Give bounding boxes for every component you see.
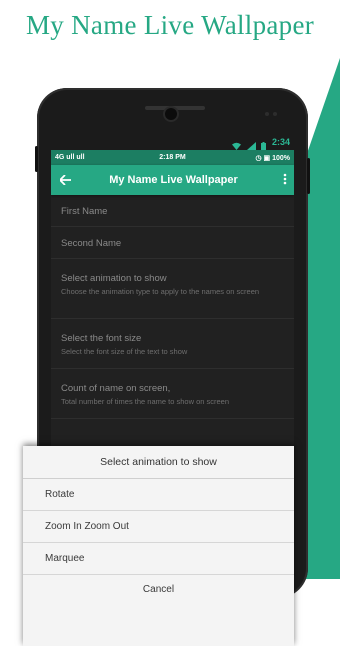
pref-second-name[interactable]: Second Name [51,227,294,259]
pref-summary: Select the font size of the text to show [61,347,188,356]
more-vert-icon[interactable] [276,173,294,188]
dialog-option-marquee[interactable]: Marquee [23,543,294,575]
pref-animation[interactable]: Select animation to show Choose the anim… [51,259,294,319]
volume-button [35,146,38,172]
dialog-title: Select animation to show [23,446,294,479]
phone-frame: 2:34 4G ull ull 2:18 PM ◷ ▣ 100% My Name… [23,88,310,646]
pref-title: First Name [61,206,108,217]
status-signal-text: 4G ull ull [55,154,85,161]
app-bar-title: My Name Live Wallpaper [109,174,238,186]
pref-title: Second Name [61,238,122,249]
pref-first-name[interactable]: First Name [51,195,294,227]
status-battery-text: ◷ ▣ 100% [255,154,290,162]
dialog-option-rotate[interactable]: Rotate [23,479,294,511]
pref-title: Count of name on screen, [61,383,171,394]
cancel-button[interactable]: Cancel [23,575,294,605]
status-time: 2:18 PM [159,154,186,161]
pref-summary: Choose the animation type to apply to th… [61,287,260,296]
arrow-left-icon[interactable] [51,172,79,188]
pref-title: Select the font size [61,333,142,344]
sensor-dot [265,112,269,116]
signal-icon [246,139,256,150]
power-button [307,158,310,194]
sensor-dot [273,112,277,116]
status-bar: 4G ull ull 2:18 PM ◷ ▣ 100% [51,150,294,165]
app-bar: My Name Live Wallpaper [51,165,294,195]
promo-title: My Name Live Wallpaper [25,10,315,40]
battery-icon [261,139,267,150]
pref-name-count[interactable]: Count of name on screen, Total number of… [51,369,294,419]
pref-font-size[interactable]: Select the font size Select the font siz… [51,319,294,369]
front-camera [165,108,177,120]
wifi-icon [232,139,242,150]
dialog-option-zoom[interactable]: Zoom In Zoom Out [23,511,294,543]
device-clock: 2:34 [271,137,290,147]
device-status-bar: 2:34 [51,134,294,150]
pref-title: Select animation to show [61,273,167,284]
pref-summary: Total number of times the name to show o… [61,397,230,406]
animation-dialog: Select animation to show Rotate Zoom In … [23,446,294,646]
